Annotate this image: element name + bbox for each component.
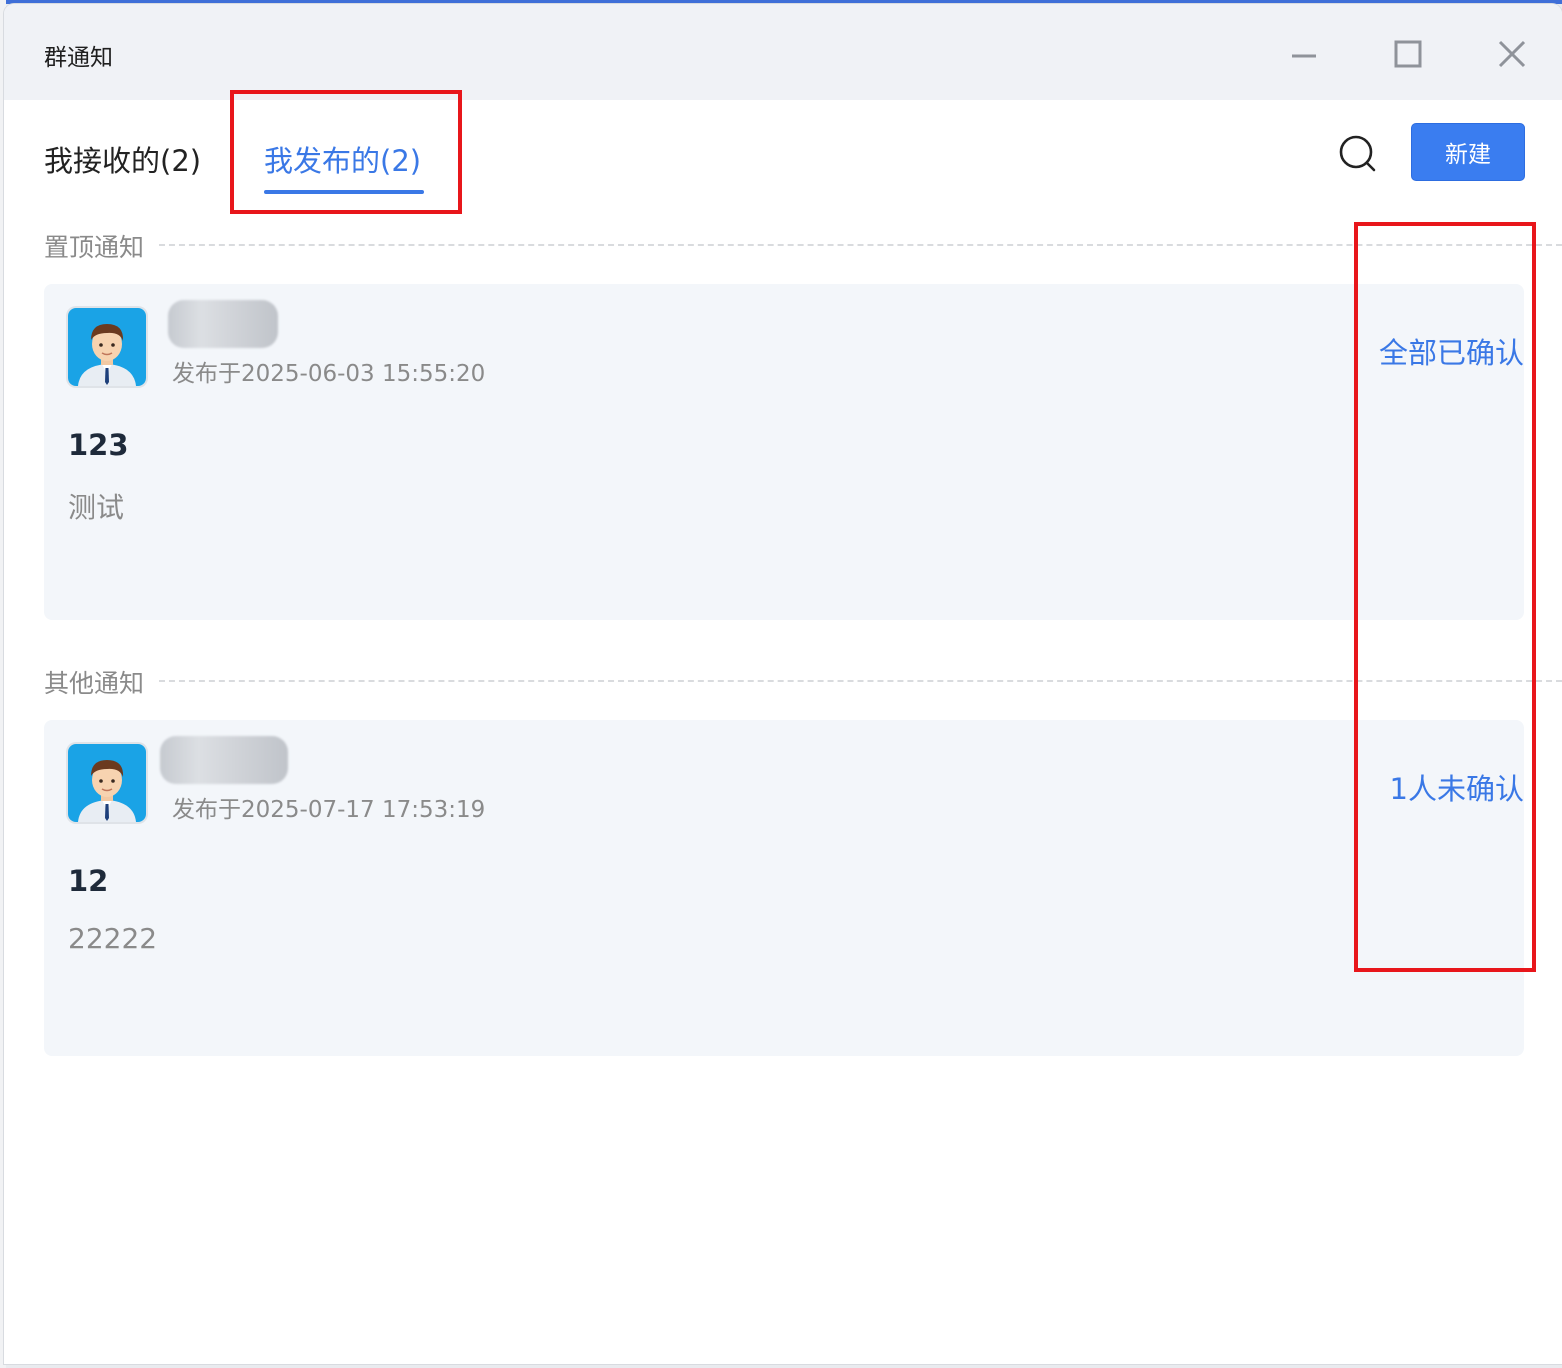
group-notice-window: 群通知 我接收的(2) 我发布的(2) 新建 置顶通知 发布于2025-06-0… [4,4,1562,1364]
section-label-pinned: 置顶通知 [44,233,145,262]
search-icon [1339,135,1376,172]
minimize-button[interactable] [1282,34,1326,78]
tab-published[interactable]: 我发布的(2) [264,138,421,180]
notice-body: 测试 [68,491,125,524]
notice-title: 12 [68,864,109,898]
avatar [68,308,146,386]
section-divider [159,244,1562,246]
notice-body: 22222 [68,922,158,955]
tab-bar: 我接收的(2) 我发布的(2) [4,100,1562,210]
active-tab-indicator [264,190,424,194]
confirm-status[interactable]: 1人未确认 [1390,766,1524,808]
maximize-icon [1394,40,1422,68]
notice-card[interactable]: 发布于2025-07-17 17:53:19 12 22222 1人未确认 [44,720,1524,1056]
section-label-other: 其他通知 [44,669,145,698]
notice-card[interactable]: 发布于2025-06-03 15:55:20 123 测试 全部已确认 [44,284,1524,620]
new-notice-button[interactable]: 新建 [1412,124,1524,180]
publish-time: 发布于2025-06-03 15:55:20 [172,361,486,387]
publisher-name-redacted [160,736,288,784]
minimize-icon [1292,54,1316,58]
maximize-button[interactable] [1386,34,1430,78]
notice-title: 123 [68,428,129,462]
publish-time: 发布于2025-07-17 17:53:19 [172,797,486,823]
confirm-status[interactable]: 全部已确认 [1379,330,1524,372]
close-icon [1498,40,1526,68]
avatar [68,744,146,822]
close-button[interactable] [1490,34,1534,78]
title-bar: 群通知 [4,4,1562,100]
publisher-name-redacted [168,300,278,348]
tab-received[interactable]: 我接收的(2) [44,138,201,180]
search-button[interactable] [1338,134,1378,174]
user-avatar-icon [68,744,146,822]
section-divider [159,680,1562,682]
user-avatar-icon [68,308,146,386]
window-title: 群通知 [44,45,113,71]
